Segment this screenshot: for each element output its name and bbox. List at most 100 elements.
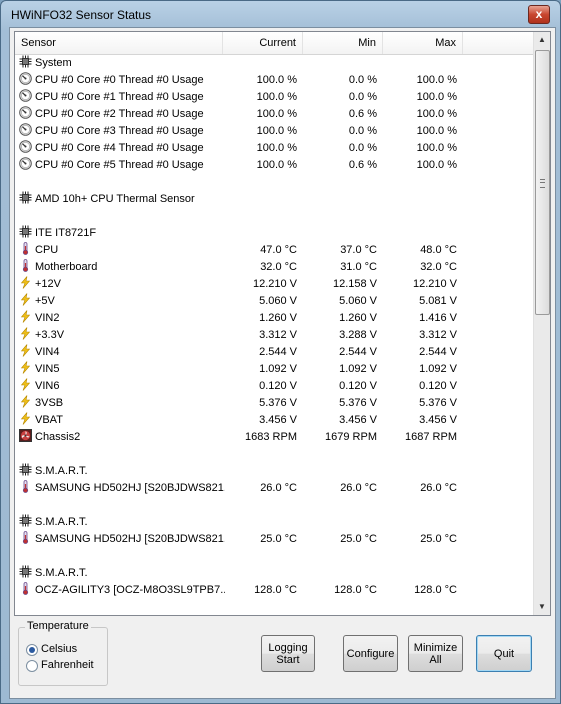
sensor-row[interactable]: VIN5 1.092 V 1.092 V 1.092 V [15, 361, 534, 378]
gauge-icon [19, 106, 32, 119]
sensor-row[interactable]: VIN4 2.544 V 2.544 V 2.544 V [15, 344, 534, 361]
sensor-row[interactable]: +5V 5.060 V 5.060 V 5.081 V [15, 293, 534, 310]
min-value: 0.0 % [348, 91, 377, 103]
sensor-row[interactable]: 3VSB 5.376 V 5.376 V 5.376 V [15, 395, 534, 412]
sensor-group-row[interactable]: S.M.A.R.T. [15, 463, 534, 480]
sensor-row[interactable]: +3.3V 3.312 V 3.288 V 3.312 V [15, 327, 534, 344]
sensor-name: SAMSUNG HD502HJ [S20BJDWS821... [35, 533, 225, 545]
sensor-list[interactable]: Sensor Current Min Max System CPU #0 Core… [14, 31, 551, 616]
quit-button[interactable]: Quit [476, 635, 532, 672]
sensor-name: CPU #0 Core #3 Thread #0 Usage [35, 125, 204, 137]
current-value: 5.060 V [259, 295, 297, 307]
sensor-name: CPU #0 Core #0 Thread #0 Usage [35, 74, 204, 86]
min-value: 12.158 V [332, 278, 377, 290]
sensor-row[interactable]: OCZ-AGILITY3 [OCZ-M8O3SL9TPB7... 128.0 °C… [15, 582, 534, 599]
sensor-group-row[interactable]: ITE IT8721F [15, 225, 534, 242]
min-value: 0.6 % [348, 108, 377, 120]
sensor-row[interactable]: CPU #0 Core #2 Thread #0 Usage 100.0 % 0.6… [15, 106, 534, 123]
max-value: 100.0 % [416, 125, 457, 137]
sensor-row[interactable]: +12V 12.210 V 12.158 V 12.210 V [15, 276, 534, 293]
current-value: 12.210 V [252, 278, 297, 290]
chip-icon [19, 514, 32, 527]
current-value: 128.0 °C [254, 584, 297, 596]
radio-selected-icon[interactable] [26, 644, 38, 656]
current-value: 1683 RPM [245, 431, 297, 443]
column-header-current[interactable]: Current [223, 32, 303, 54]
current-value: 25.0 °C [260, 533, 297, 545]
sensor-group-row[interactable]: S.M.A.R.T. [15, 514, 534, 531]
chip-icon [19, 225, 32, 238]
gauge-icon [19, 140, 32, 153]
max-value: 5.376 V [419, 397, 457, 409]
max-value: 3.456 V [419, 414, 457, 426]
voltage-icon [19, 293, 32, 306]
min-value: 5.060 V [339, 295, 377, 307]
sensor-name: VIN5 [35, 363, 60, 375]
sensor-row[interactable]: VIN6 0.120 V 0.120 V 0.120 V [15, 378, 534, 395]
celsius-radio[interactable]: Celsius [26, 642, 116, 657]
min-value: 0.0 % [348, 74, 377, 86]
sensor-row[interactable]: CPU #0 Core #3 Thread #0 Usage 100.0 % 0.0… [15, 123, 534, 140]
min-value: 0.0 % [348, 125, 377, 137]
radio-unselected-icon[interactable] [26, 660, 38, 672]
min-value: 0.0 % [348, 142, 377, 154]
min-value: 0.6 % [348, 159, 377, 171]
sensor-name: Motherboard [35, 261, 98, 273]
max-value: 0.120 V [419, 380, 457, 392]
column-header-min[interactable]: Min [303, 32, 383, 54]
sensor-row[interactable]: SAMSUNG HD502HJ [S20BJDWS821... 26.0 °C 26… [15, 480, 534, 497]
sensor-name: SAMSUNG HD502HJ [S20BJDWS821... [35, 482, 225, 494]
column-header-max[interactable]: Max [383, 32, 463, 54]
vertical-scrollbar[interactable]: ▲ ▼ [533, 32, 550, 615]
sensor-name: VIN4 [35, 346, 60, 358]
gauge-icon [19, 89, 32, 102]
chip-icon [19, 55, 32, 68]
sensor-row[interactable]: VIN2 1.260 V 1.260 V 1.416 V [15, 310, 534, 327]
max-value: 3.312 V [419, 329, 457, 341]
sensor-group-row[interactable]: System [15, 55, 534, 72]
column-header-sensor[interactable]: Sensor [15, 32, 223, 54]
sensor-row[interactable]: CPU #0 Core #1 Thread #0 Usage 100.0 % 0.0… [15, 89, 534, 106]
sensor-name: System [35, 57, 72, 69]
sensor-row[interactable]: CPU #0 Core #0 Thread #0 Usage 100.0 % 0.0… [15, 72, 534, 89]
minimize-all-label: Minimize All [413, 641, 458, 666]
sensor-row[interactable]: Chassis2 1683 RPM 1679 RPM 1687 RPM [15, 429, 534, 446]
spacer-row [15, 174, 534, 191]
sensor-row[interactable]: SAMSUNG HD502HJ [S20BJDWS821... 25.0 °C 25… [15, 531, 534, 548]
logging-start-button[interactable]: Logging Start [261, 635, 315, 672]
sensor-row[interactable]: CPU 47.0 °C 37.0 °C 48.0 °C [15, 242, 534, 259]
sensor-group-row[interactable]: AMD 10h+ CPU Thermal Sensor [15, 191, 534, 208]
thermometer-icon [19, 480, 32, 493]
minimize-all-button[interactable]: Minimize All [408, 635, 463, 672]
scroll-up-arrow-icon[interactable]: ▲ [534, 32, 550, 48]
current-value: 0.120 V [259, 380, 297, 392]
sensor-name: S.M.A.R.T. [35, 567, 88, 579]
max-value: 100.0 % [416, 108, 457, 120]
max-value: 25.0 °C [420, 533, 457, 545]
sensor-name: CPU #0 Core #2 Thread #0 Usage [35, 108, 204, 120]
sensor-group-row[interactable]: S.M.A.R.T. [15, 565, 534, 582]
sensor-name: +3.3V [35, 329, 65, 341]
list-header: Sensor Current Min Max [15, 32, 534, 55]
thermometer-icon [19, 531, 32, 544]
sensor-row[interactable]: Motherboard 32.0 °C 31.0 °C 32.0 °C [15, 259, 534, 276]
sensor-row[interactable]: CPU #0 Core #5 Thread #0 Usage 100.0 % 0.6… [15, 157, 534, 174]
current-value: 2.544 V [259, 346, 297, 358]
scrollbar-thumb[interactable] [535, 50, 550, 315]
min-value: 1.260 V [339, 312, 377, 324]
sensor-name: Chassis2 [35, 431, 81, 443]
title-bar[interactable]: HWiNFO32 Sensor Status x [1, 1, 560, 27]
fahrenheit-radio[interactable]: Fahrenheit [26, 658, 116, 673]
scroll-down-arrow-icon[interactable]: ▼ [534, 599, 550, 615]
min-value: 1.092 V [339, 363, 377, 375]
gauge-icon [19, 123, 32, 136]
sensor-row[interactable]: VBAT 3.456 V 3.456 V 3.456 V [15, 412, 534, 429]
sensor-row[interactable]: CPU #0 Core #4 Thread #0 Usage 100.0 % 0.0… [15, 140, 534, 157]
sensor-name: VIN6 [35, 380, 60, 392]
max-value: 5.081 V [419, 295, 457, 307]
close-button[interactable]: x [528, 5, 550, 24]
current-value: 100.0 % [256, 74, 297, 86]
voltage-icon [19, 361, 32, 374]
configure-button[interactable]: Configure [343, 635, 398, 672]
celsius-label: Celsius [41, 643, 78, 655]
